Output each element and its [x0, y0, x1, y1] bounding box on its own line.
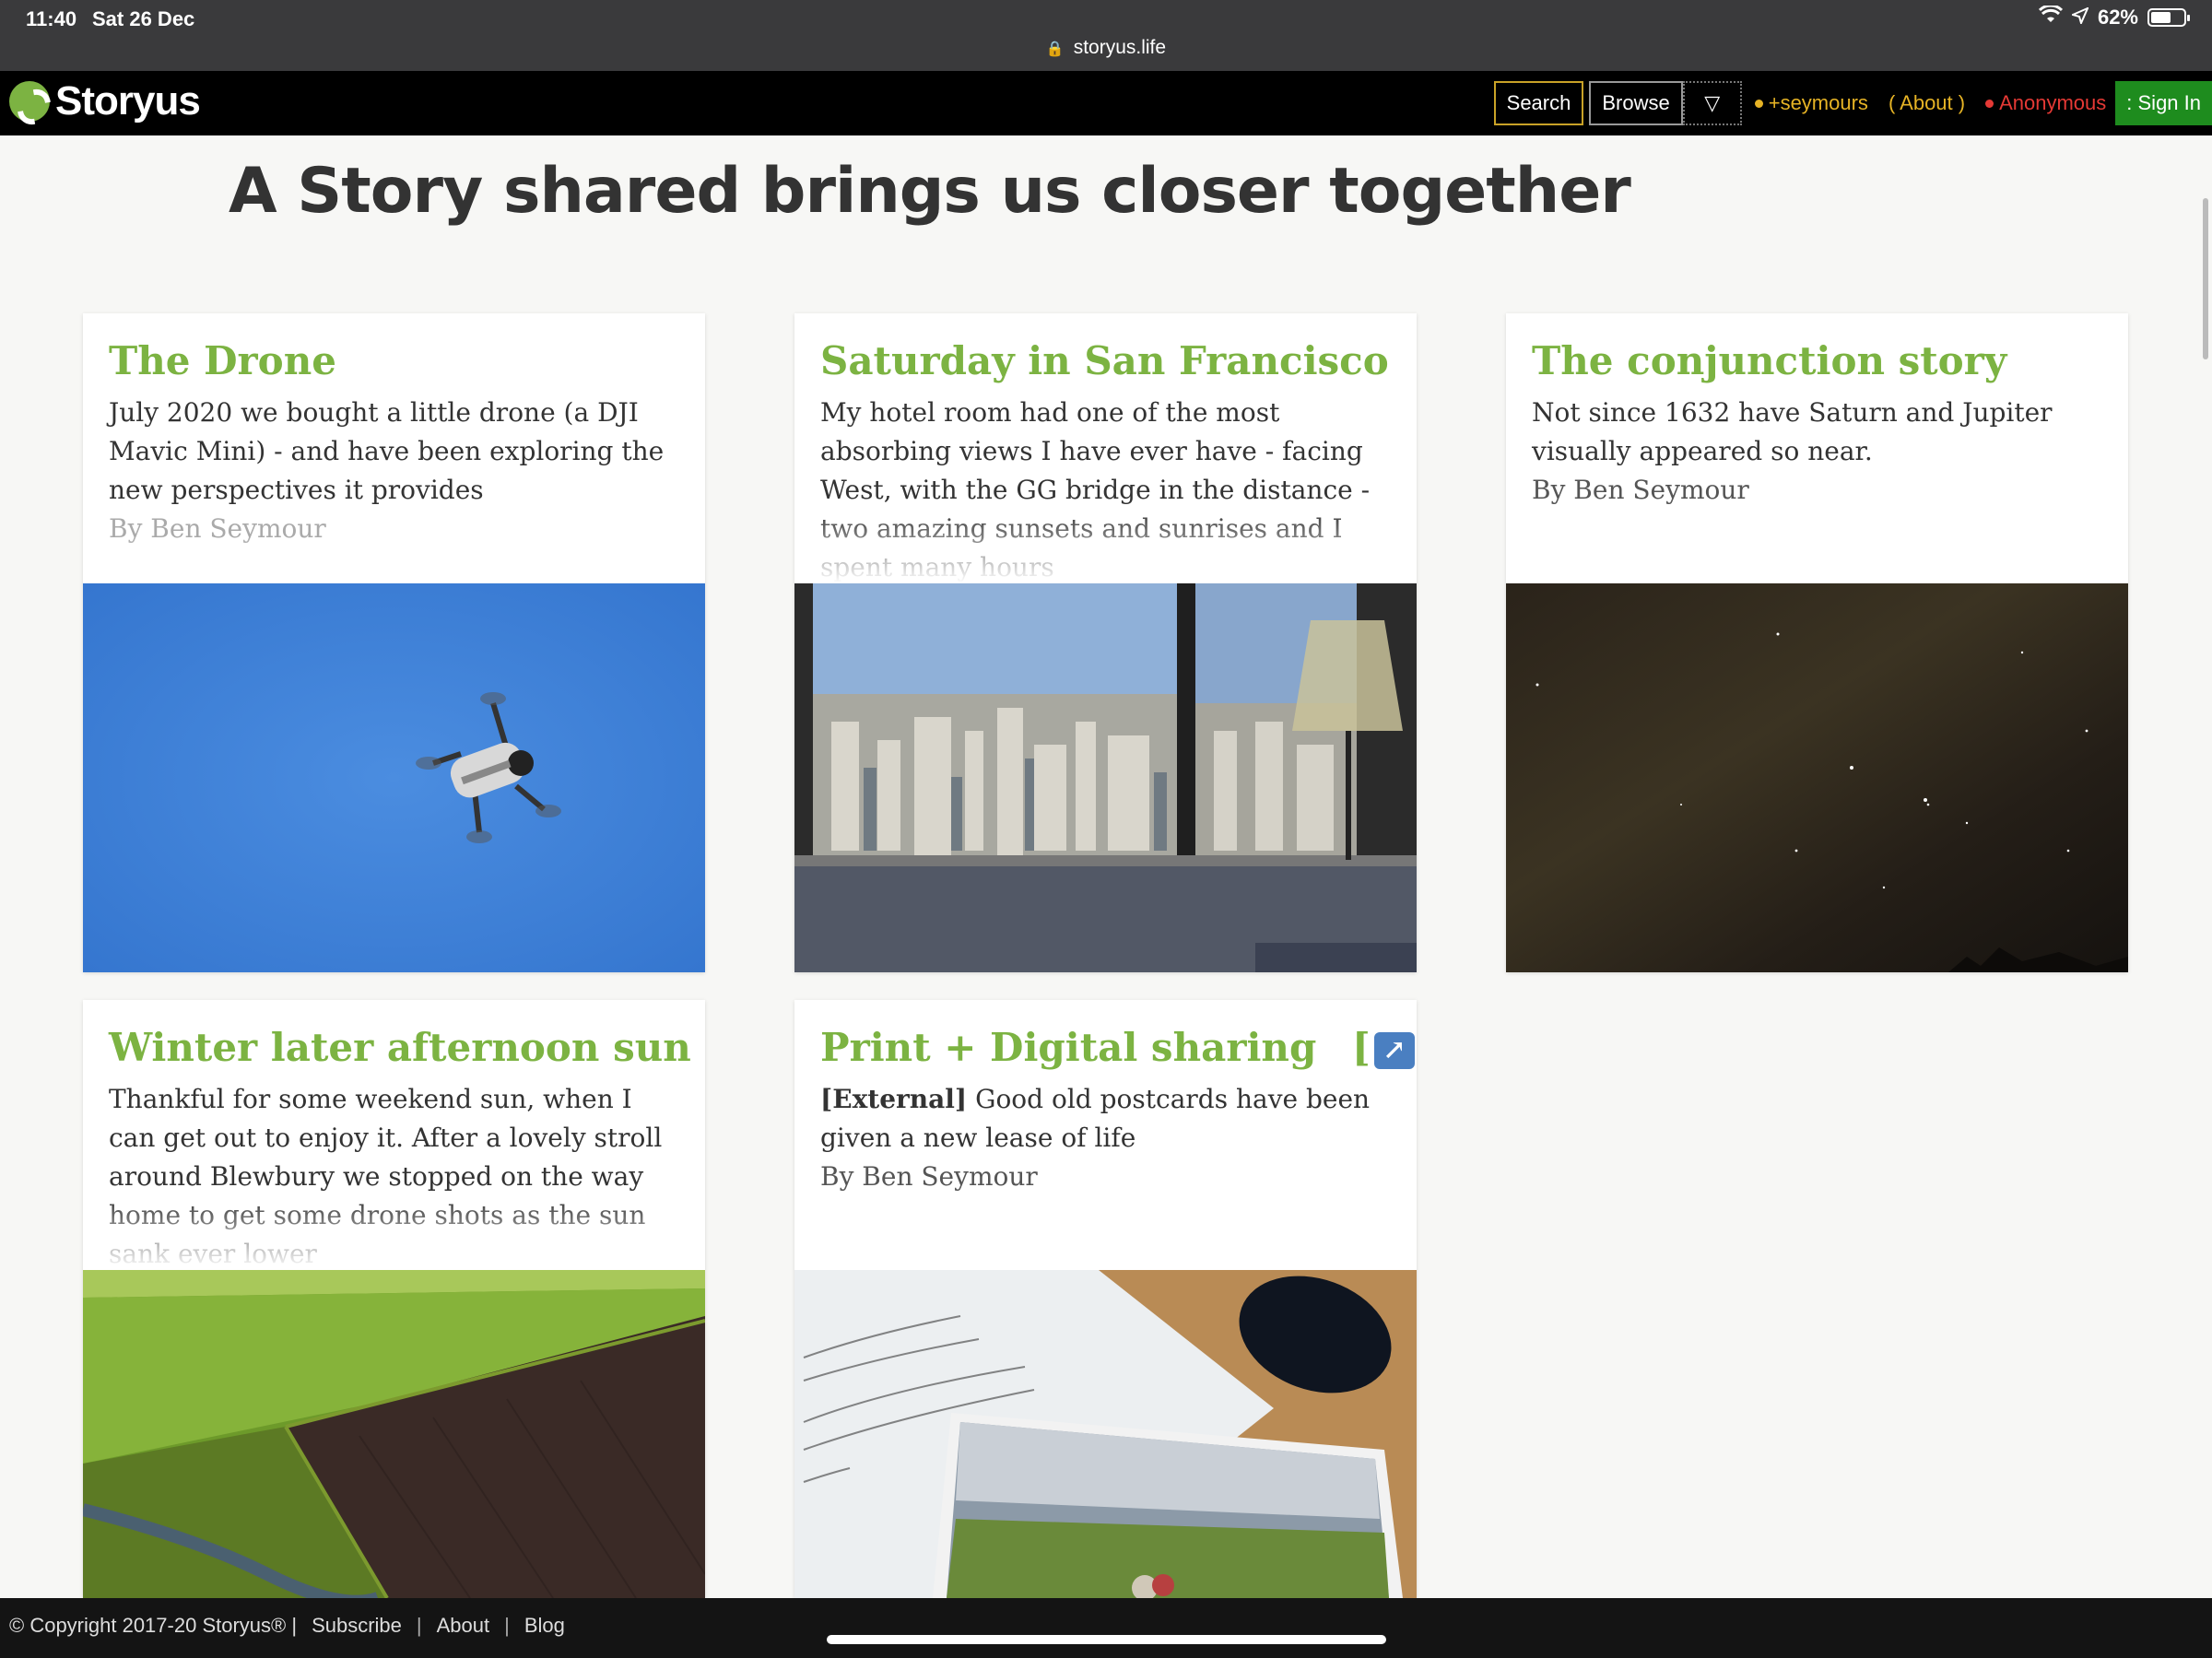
card-body: July 2020 we bought a little drone (a DJ… — [109, 396, 665, 505]
status-right: 62% — [2038, 4, 2190, 29]
search-button[interactable]: Search — [1493, 81, 1584, 125]
card-image-drone[interactable] — [83, 583, 705, 972]
card-title[interactable]: Winter later afternoon sun — [109, 1024, 691, 1073]
card-image-night-sky[interactable] — [1506, 583, 2128, 972]
site-footer: © Copyright 2017-20 Storyus® | Subscribe… — [0, 1598, 2212, 1658]
anonymous-dot-icon — [1985, 99, 1994, 108]
story-card-conjunction[interactable]: The conjunction story Not since 1632 hav… — [1506, 313, 2128, 972]
about-link[interactable]: ( About ) — [1888, 91, 1965, 115]
card-text: Winter later afternoon sun Thankful for … — [83, 1000, 705, 1270]
story-card-winter-sun[interactable]: Winter later afternoon sun Thankful for … — [83, 1000, 705, 1598]
nav-actions: Search Browse ▽ +seymours ( About ) Anon… — [1493, 81, 2212, 125]
card-text: The Drone July 2020 we bought a little d… — [83, 313, 705, 583]
footer-separator: | — [504, 1614, 510, 1637]
card-byline: By Ben Seymour — [1532, 474, 1749, 505]
footer-copyright: © Copyright 2017-20 Storyus® | — [9, 1614, 298, 1637]
footer-blog-link[interactable]: Blog — [524, 1614, 565, 1638]
location-arrow-icon — [2070, 6, 2089, 29]
footer-subscribe-link[interactable]: Subscribe — [312, 1614, 402, 1638]
external-tag: [External] — [820, 1083, 968, 1114]
card-title[interactable]: Saturday in San Francisco — [820, 337, 1391, 386]
card-body: [External] Good old postcards have been … — [820, 1080, 1391, 1158]
card-title-text: Print + Digital sharing — [820, 1025, 1317, 1070]
card-text: The conjunction story Not since 1632 hav… — [1506, 313, 2128, 583]
battery-percent: 62% — [2097, 6, 2138, 29]
user-label: +seymours — [1768, 91, 1868, 114]
user-dot-icon — [1754, 99, 1763, 108]
external-link-icon[interactable]: ↗ — [1373, 1032, 1415, 1069]
address-url: storyus.life — [1073, 37, 1167, 58]
story-card-san-francisco[interactable]: Saturday in San Francisco My hotel room … — [794, 313, 1417, 972]
sign-in-button[interactable]: : Sign In — [2115, 81, 2212, 125]
lock-icon: 🔒 — [1045, 41, 1065, 57]
site-nav: Storyus Search Browse ▽ +seymours ( Abou… — [0, 71, 2212, 135]
card-title[interactable]: The conjunction story — [1532, 337, 2102, 386]
card-image-fields[interactable] — [83, 1270, 705, 1598]
storyus-logo[interactable]: Storyus — [9, 78, 201, 124]
page-scrollbar[interactable] — [2203, 198, 2208, 359]
story-card-print-digital[interactable]: Print + Digital sharing [↗] [External] G… — [794, 1000, 1417, 1598]
footer-links: © Copyright 2017-20 Storyus® | Subscribe… — [9, 1614, 565, 1638]
address-bar[interactable]: 🔒 storyus.life — [0, 37, 2212, 59]
anonymous-status[interactable]: Anonymous — [1985, 91, 2106, 115]
card-text: Saturday in San Francisco My hotel room … — [794, 313, 1417, 583]
footer-about-link[interactable]: About — [437, 1614, 490, 1638]
card-title[interactable]: Print + Digital sharing [↗] — [820, 1024, 1415, 1073]
external-bracket-open: [ — [1351, 1025, 1371, 1070]
card-byline: By Ben Seymour — [820, 1160, 1038, 1192]
footer-separator: | — [416, 1614, 422, 1637]
home-indicator[interactable] — [827, 1635, 1386, 1644]
storyus-logo-icon — [9, 81, 50, 122]
user-link[interactable]: +seymours — [1754, 91, 1868, 115]
status-time: 11:40 — [26, 7, 77, 30]
card-image-postcards[interactable] — [794, 1270, 1417, 1598]
page-headline: A Story shared brings us closer together — [229, 155, 1631, 228]
wifi-icon — [2038, 4, 2064, 29]
card-title[interactable]: The Drone — [109, 337, 679, 386]
browse-button[interactable]: Browse — [1589, 81, 1683, 125]
ios-status-bar: 11:40 Sat 26 Dec 🔒 storyus.life 62% — [0, 0, 2212, 71]
card-image-san-francisco[interactable] — [794, 583, 1417, 972]
logo-text: Storyus — [55, 78, 201, 123]
filter-dropdown-icon[interactable]: ▽ — [1682, 81, 1742, 125]
anonymous-label: Anonymous — [1999, 91, 2107, 114]
card-body: Not since 1632 have Saturn and Jupiter v… — [1532, 396, 2053, 466]
story-card-drone[interactable]: The Drone July 2020 we bought a little d… — [83, 313, 705, 972]
card-text: Print + Digital sharing [↗] [External] G… — [794, 1000, 1417, 1270]
status-date: Sat 26 Dec — [92, 7, 195, 30]
battery-icon — [2147, 8, 2190, 27]
